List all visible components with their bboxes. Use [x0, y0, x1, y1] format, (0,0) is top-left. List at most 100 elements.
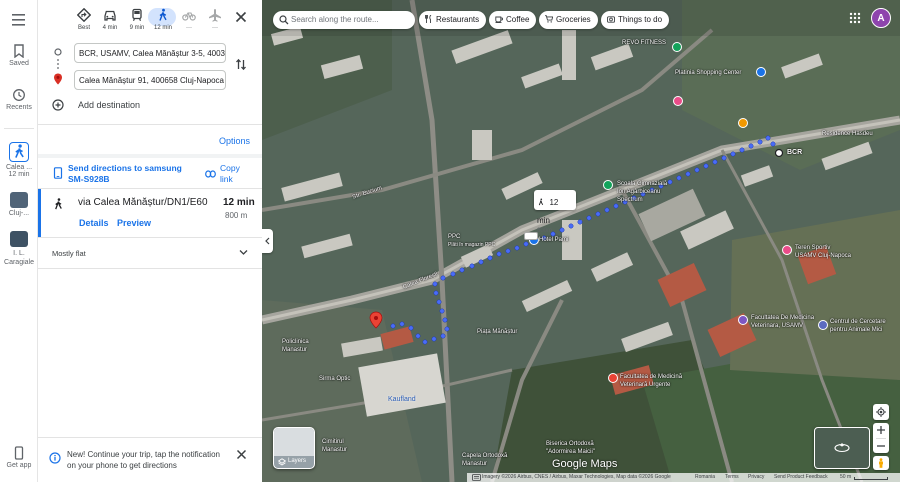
mode-walking[interactable]: 12 min: [148, 8, 176, 31]
collapse-panel-button[interactable]: [262, 229, 273, 253]
footer-link-terms[interactable]: Terms: [725, 474, 739, 480]
saved-label: Saved: [9, 60, 29, 67]
rail-divider: [4, 128, 34, 129]
section-separator: [38, 154, 262, 158]
hamburger-menu-icon[interactable]: [12, 14, 26, 26]
footer-link-feedback[interactable]: Send Product Feedback: [774, 474, 828, 480]
fork-knife-icon: [425, 15, 432, 23]
map-label: Facultatea de Medicină Veterinară Urgent…: [620, 374, 683, 388]
zoom-controls: [873, 423, 889, 453]
map-label: Facultatea De Medicina Veterinara, USAMV: [751, 315, 815, 329]
origin-input[interactable]: BCR, USAMV, Calea Mănăștur 3-5, 400372: [74, 43, 226, 63]
notification-divider: [38, 437, 262, 438]
apps-grid-icon[interactable]: [849, 12, 861, 24]
map-label: Capela Ortodoxă Manastur: [462, 453, 508, 467]
poi-marker[interactable]: [738, 118, 748, 128]
copy-link-button[interactable]: Copy link: [220, 163, 250, 185]
keyboard-icon[interactable]: [472, 474, 481, 481]
close-directions-icon[interactable]: [234, 10, 248, 24]
recents-button[interactable]: Recents: [0, 88, 38, 111]
chip-coffee[interactable]: Coffee: [489, 11, 537, 29]
mode-label: —: [186, 25, 192, 31]
link-icon: [205, 170, 216, 178]
mode-transit[interactable]: 9 min: [124, 8, 150, 31]
layers-label: Layers: [288, 458, 307, 464]
origin-circle-icon: [54, 48, 62, 56]
layers-icon: [278, 458, 286, 466]
callout-distance: 800m: [537, 228, 553, 234]
mode-driving[interactable]: 4 min: [97, 8, 123, 31]
recent-item-label: I. L. Caragiale: [4, 250, 34, 266]
bookmark-icon: [14, 44, 24, 58]
map-canvas[interactable]: BCR REVO FITNESS Platinia Shopping Cente…: [262, 0, 900, 482]
map-label: Platinia Shopping Center: [675, 70, 742, 76]
walking-icon: [159, 8, 167, 21]
diamond-directions-icon: [77, 8, 91, 22]
google-maps-logo: Google Maps: [552, 458, 618, 470]
route-search-box[interactable]: Search along the route...: [273, 11, 415, 29]
destination-input[interactable]: Calea Mănăștur 91, 400658 Cluj-Napoca: [74, 70, 226, 90]
poi-marker[interactable]: [672, 42, 682, 52]
notification-text: New! Continue your trip, tap the notific…: [67, 450, 220, 470]
poi-marker[interactable]: [818, 320, 828, 330]
selected-route-bar: [38, 189, 41, 237]
poi-marker[interactable]: [524, 232, 538, 240]
walking-icon: [538, 198, 544, 206]
chip-things-to-do[interactable]: Things to do: [601, 11, 670, 29]
phone-icon: [14, 446, 24, 460]
pegman-icon: [879, 458, 883, 468]
footer-link-privacy[interactable]: Privacy: [748, 474, 764, 480]
poi-marker[interactable]: [738, 315, 748, 325]
layers-preview: [274, 428, 314, 456]
zoom-in-icon[interactable]: [877, 426, 885, 434]
chip-groceries[interactable]: Groceries: [539, 11, 598, 29]
avatar[interactable]: A: [871, 8, 891, 28]
poi-marker[interactable]: [608, 373, 618, 383]
map-attribution: Imagery ©2026 Airbus, CNES / Airbus, Max…: [482, 474, 671, 480]
recent-item-label: Cluj-...: [8, 210, 30, 217]
swap-directions-icon[interactable]: [235, 58, 247, 71]
street-view-thumbnail[interactable]: [814, 427, 870, 469]
map-label: PPC: [448, 234, 461, 240]
chip-label: Groceries: [556, 15, 591, 24]
close-notification-icon[interactable]: [236, 449, 247, 460]
chevron-down-icon[interactable]: [239, 249, 248, 256]
my-location-button[interactable]: [873, 404, 889, 420]
mode-label: 4 min: [102, 25, 118, 31]
mode-label: 9 min: [129, 25, 145, 31]
route-time-callout[interactable]: 12 min 800m: [534, 190, 576, 234]
poi-marker[interactable]: [756, 67, 766, 77]
layers-button[interactable]: Layers: [273, 427, 315, 469]
mode-flight[interactable]: —: [202, 8, 228, 31]
saved-button[interactable]: Saved: [0, 44, 38, 67]
add-destination-icon[interactable]: [52, 99, 64, 111]
map-label: Centrul de Cercetare pentru Animale Mici: [830, 319, 886, 333]
pegman-button[interactable]: [873, 456, 889, 470]
scale-label[interactable]: 50 m: [840, 474, 851, 480]
mode-best[interactable]: Best: [71, 8, 97, 31]
options-button[interactable]: Options: [219, 136, 250, 146]
recent-item-caragiale[interactable]: I. L. Caragiale: [0, 231, 38, 267]
recent-item-cluj[interactable]: Cluj-...: [0, 192, 38, 217]
poi-marker[interactable]: [782, 245, 792, 255]
recent-item-calea[interactable]: Calea ... 12 min: [0, 142, 38, 178]
send-to-phone-icon: [53, 167, 63, 179]
mode-cycling[interactable]: —: [176, 8, 202, 31]
mode-label: —: [212, 25, 218, 31]
elevation-text: Mostly flat: [52, 249, 86, 258]
poi-marker[interactable]: [603, 180, 613, 190]
preview-button[interactable]: Preview: [117, 218, 151, 228]
zoom-out-icon[interactable]: [877, 442, 885, 450]
panel-divider: [38, 124, 262, 125]
car-icon: [104, 10, 116, 21]
send-directions-link[interactable]: Send directions to samsung SM-S928B: [68, 163, 192, 185]
cart-icon: [545, 15, 553, 23]
map-label: Teren Sportiv USAMV Cluj-Napoca: [795, 245, 852, 259]
poi-marker[interactable]: [673, 96, 683, 106]
add-destination-link[interactable]: Add destination: [78, 100, 140, 110]
footer-link-romania[interactable]: Romania: [695, 474, 715, 480]
route-distance: 800 m: [225, 211, 248, 220]
get-app-button[interactable]: Get app: [0, 446, 38, 469]
details-button[interactable]: Details: [79, 218, 109, 228]
chip-restaurants[interactable]: Restaurants: [419, 11, 487, 29]
